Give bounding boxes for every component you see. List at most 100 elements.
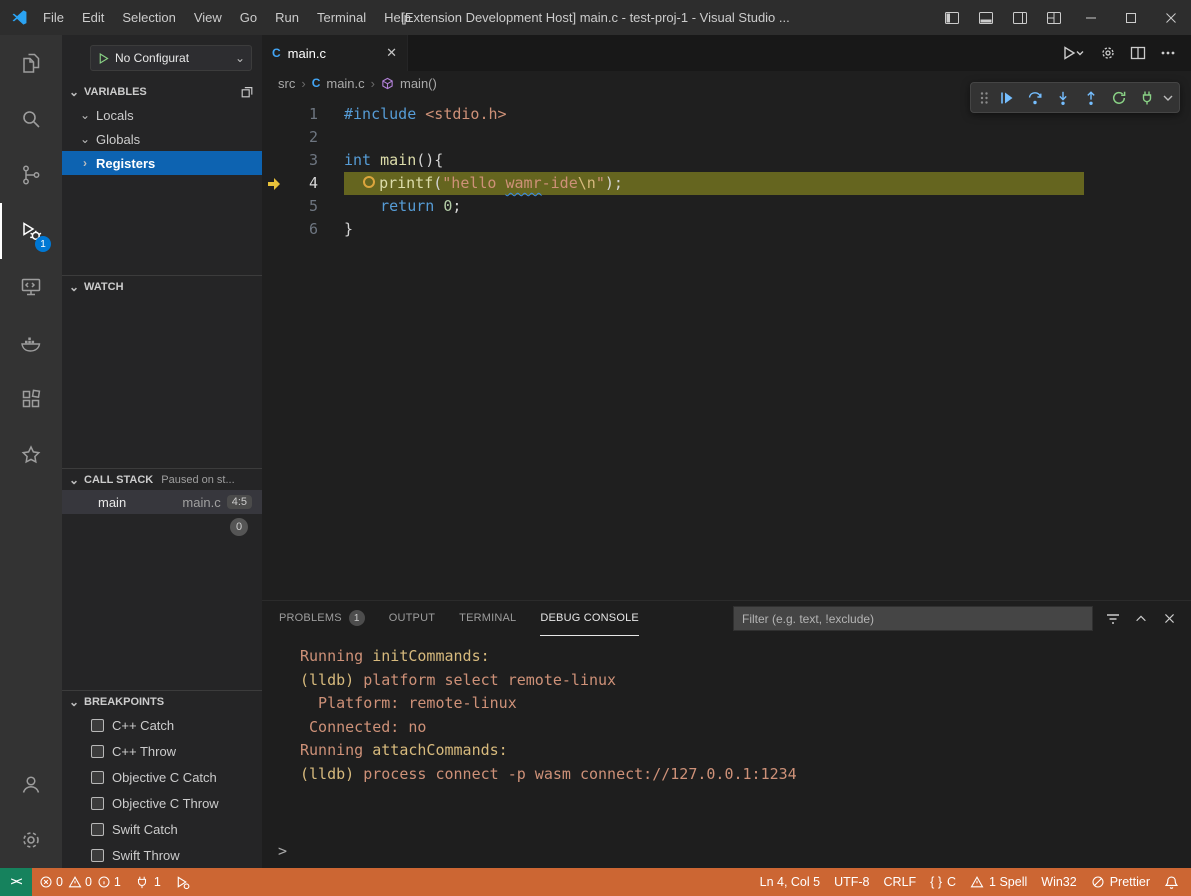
code-text[interactable]: return 0;	[324, 195, 461, 218]
cursor-position[interactable]: Ln 4, Col 5	[753, 868, 827, 896]
code-line-5[interactable]: 5 return 0;	[262, 195, 1191, 218]
breakpoint-item[interactable]: C++ Catch	[62, 712, 262, 738]
breakpoint-item[interactable]: Objective C Catch	[62, 764, 262, 790]
eol-indicator[interactable]: CRLF	[877, 868, 924, 896]
activitybar-explorer[interactable]	[0, 35, 62, 91]
activitybar-remote-explorer[interactable]	[0, 259, 62, 315]
menu-view[interactable]: View	[185, 0, 231, 35]
current-statement-inline-marker[interactable]	[363, 176, 375, 188]
menu-selection[interactable]: Selection	[113, 0, 184, 35]
run-or-debug-button[interactable]	[1055, 40, 1091, 66]
breakpoint-gutter[interactable]	[262, 103, 286, 126]
encoding-indicator[interactable]: UTF-8	[827, 868, 876, 896]
call-stack-header[interactable]: ⌄ CALL STACK Paused on st...	[62, 468, 262, 490]
debug-continue-button[interactable]	[993, 84, 1021, 112]
code-editor[interactable]: 1#include <stdio.h>23int main(){4 printf…	[262, 95, 1191, 600]
activitybar-star[interactable]	[0, 427, 62, 483]
breakpoint-checkbox[interactable]	[91, 849, 104, 862]
variables-header[interactable]: ⌄ VARIABLES	[62, 81, 262, 103]
remote-indicator[interactable]: ><	[0, 868, 32, 896]
debug-configuration-dropdown[interactable]: No Configurat ⌄	[90, 45, 252, 71]
debug-restart-button[interactable]	[1105, 84, 1133, 112]
menu-go[interactable]: Go	[231, 0, 266, 35]
activitybar-settings[interactable]	[0, 812, 62, 868]
debug-console-prompt[interactable]: >	[278, 842, 287, 860]
breakpoint-gutter[interactable]	[262, 195, 286, 218]
breadcrumb-symbol[interactable]: main()	[400, 76, 437, 91]
toggle-panel-icon[interactable]	[969, 0, 1003, 35]
minimize-button[interactable]	[1071, 0, 1111, 35]
problems-status[interactable]: 0 0 1	[32, 868, 128, 896]
breakpoint-gutter[interactable]	[262, 149, 286, 172]
breakpoint-checkbox[interactable]	[91, 719, 104, 732]
activitybar-docker[interactable]	[0, 315, 62, 371]
code-line-2[interactable]: 2	[262, 126, 1191, 149]
variables-scope-globals[interactable]: ⌄ Globals	[62, 127, 262, 151]
activitybar-run-and-debug[interactable]: 1	[0, 203, 62, 259]
tab-close-icon[interactable]: ✕	[386, 45, 397, 61]
breadcrumb-folder[interactable]: src	[278, 76, 295, 91]
tab-main-c[interactable]: C main.c ✕	[262, 35, 408, 71]
platform-indicator[interactable]: Win32	[1034, 868, 1083, 896]
panel-tab-output[interactable]: OUTPUT	[389, 601, 435, 636]
maximize-button[interactable]	[1111, 0, 1151, 35]
panel-tab-debug-console[interactable]: DEBUG CONSOLE	[540, 601, 639, 636]
formatter-indicator[interactable]: Prettier	[1084, 868, 1157, 896]
watch-header[interactable]: ⌄ WATCH	[62, 275, 262, 297]
menu-run[interactable]: Run	[266, 0, 308, 35]
current-statement-gutter-arrow[interactable]	[262, 172, 286, 195]
debug-status[interactable]	[168, 868, 197, 896]
editor-gear-icon[interactable]	[1095, 40, 1121, 66]
customize-layout-icon[interactable]	[1037, 0, 1071, 35]
code-text[interactable]: int main(){	[324, 149, 443, 172]
variables-scope-registers[interactable]: › Registers	[62, 151, 262, 175]
maximize-panel-icon[interactable]	[1129, 607, 1153, 631]
stack-frame-row[interactable]: main main.c 4:5	[62, 490, 262, 514]
more-actions-icon[interactable]	[1155, 40, 1181, 66]
breakpoint-checkbox[interactable]	[91, 771, 104, 784]
breadcrumb-file[interactable]: main.c	[326, 76, 364, 91]
language-mode[interactable]: { } C	[923, 868, 963, 896]
breakpoint-gutter[interactable]	[262, 126, 286, 149]
ports-status[interactable]: 1	[128, 868, 168, 896]
menu-file[interactable]: File	[34, 0, 73, 35]
menu-help[interactable]: Help	[375, 0, 420, 35]
breakpoint-checkbox[interactable]	[91, 823, 104, 836]
menu-edit[interactable]: Edit	[73, 0, 113, 35]
debug-console-filter-input[interactable]	[733, 606, 1093, 631]
filter-icon[interactable]	[1101, 607, 1125, 631]
breakpoint-item[interactable]: Swift Catch	[62, 816, 262, 842]
code-line-6[interactable]: 6}	[262, 218, 1191, 241]
close-button[interactable]	[1151, 0, 1191, 35]
debug-toolbar-chevron-icon[interactable]	[1161, 84, 1175, 112]
drag-handle-icon[interactable]	[975, 84, 993, 112]
code-text[interactable]: printf("hello wamr-ide\n");	[324, 172, 623, 195]
activitybar-search[interactable]	[0, 91, 62, 147]
code-text[interactable]: }	[324, 218, 353, 241]
code-line-3[interactable]: 3int main(){	[262, 149, 1191, 172]
activitybar-extensions[interactable]	[0, 371, 62, 427]
menu-terminal[interactable]: Terminal	[308, 0, 375, 35]
breakpoint-checkbox[interactable]	[91, 745, 104, 758]
breakpoint-item[interactable]: C++ Throw	[62, 738, 262, 764]
debug-step-over-button[interactable]	[1021, 84, 1049, 112]
activitybar-source-control[interactable]	[0, 147, 62, 203]
toggle-sidebar-icon[interactable]	[935, 0, 969, 35]
code-text[interactable]: #include <stdio.h>	[324, 103, 507, 126]
code-line-4[interactable]: 4 printf("hello wamr-ide\n");	[262, 172, 1191, 195]
debug-step-into-button[interactable]	[1049, 84, 1077, 112]
notifications-bell[interactable]	[1157, 868, 1191, 896]
breakpoint-gutter[interactable]	[262, 218, 286, 241]
debug-step-out-button[interactable]	[1077, 84, 1105, 112]
breakpoint-item[interactable]: Objective C Throw	[62, 790, 262, 816]
close-panel-icon[interactable]	[1157, 607, 1181, 631]
panel-tab-terminal[interactable]: TERMINAL	[459, 601, 516, 636]
toggle-secondary-sidebar-icon[interactable]	[1003, 0, 1037, 35]
variables-scope-locals[interactable]: ⌄ Locals	[62, 103, 262, 127]
debug-disconnect-button[interactable]	[1133, 84, 1161, 112]
code-text[interactable]	[324, 126, 344, 149]
collapse-all-icon[interactable]	[240, 85, 254, 99]
debug-console-body[interactable]: Running initCommands:(lldb) platform sel…	[262, 636, 1191, 868]
breakpoint-item[interactable]: Swift Throw	[62, 842, 262, 868]
activitybar-account[interactable]	[0, 756, 62, 812]
